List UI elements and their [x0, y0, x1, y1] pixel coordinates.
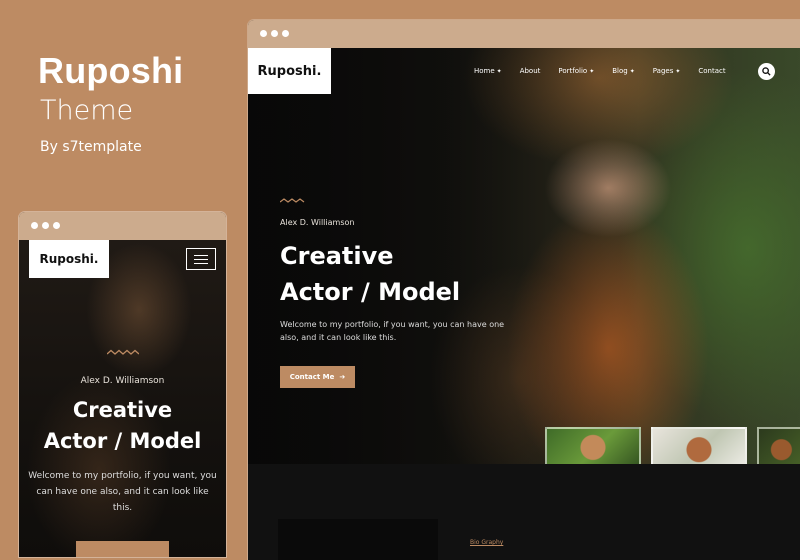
hero-section: Ruposhi. Home ✦ About Portfolio ✦ Blog ✦ Pa…: [248, 48, 800, 464]
site-logo[interactable]: Ruposhi.: [29, 240, 109, 278]
hero-heading: Creative Actor / Model: [280, 242, 461, 306]
promo-byline: By s7template: [40, 139, 142, 155]
wave-divider-icon: [280, 198, 305, 203]
mobile-hero: Ruposhi. Alex D. Williamson Creative Act…: [19, 240, 226, 557]
window-dot: [271, 30, 278, 37]
contact-me-button[interactable]: Contact Me ➔: [280, 366, 355, 388]
lower-card: [278, 519, 438, 560]
caret-icon: ✦: [496, 68, 502, 75]
search-icon: [762, 67, 771, 76]
window-dot: [282, 30, 289, 37]
nav-item-portfolio[interactable]: Portfolio ✦: [558, 67, 594, 75]
window-dots: [31, 222, 60, 229]
caret-icon: ✦: [629, 68, 635, 75]
gallery-thumbnail[interactable]: [545, 427, 641, 464]
nav-item-about[interactable]: About: [520, 67, 541, 75]
nav-item-pages[interactable]: Pages ✦: [653, 67, 681, 75]
promo-subtitle: Theme: [40, 95, 134, 126]
bio-graphy-link[interactable]: Bio Graphy: [470, 539, 503, 546]
desktop-preview-window: Ruposhi. Home ✦ About Portfolio ✦ Blog ✦ Pa…: [248, 20, 800, 560]
site-logo[interactable]: Ruposhi.: [248, 48, 331, 94]
main-nav: Home ✦ About Portfolio ✦ Blog ✦ Pages ✦ Cont…: [474, 67, 726, 75]
window-dot: [31, 222, 38, 229]
mobile-preview-window: Ruposhi. Alex D. Williamson Creative Act…: [19, 212, 226, 557]
gallery-thumbnail[interactable]: [757, 427, 800, 464]
window-dot: [42, 222, 49, 229]
hero-author-name: Alex D. Williamson: [280, 218, 355, 227]
promo-title: Ruposhi: [38, 50, 184, 91]
window-title-bar: [19, 212, 226, 240]
nav-item-contact[interactable]: Contact: [698, 67, 725, 75]
search-button[interactable]: [758, 63, 775, 80]
caret-icon: ✦: [675, 68, 681, 75]
hamburger-menu-icon[interactable]: [186, 248, 216, 270]
contact-me-button[interactable]: [76, 541, 169, 557]
window-dot: [260, 30, 267, 37]
window-dots: [260, 30, 289, 37]
wave-divider-icon: [107, 349, 139, 355]
nav-item-blog[interactable]: Blog ✦: [612, 67, 635, 75]
hero-heading: Creative Actor / Model: [43, 398, 202, 453]
hero-intro-text: Welcome to my portfolio, if you want, yo…: [280, 320, 505, 342]
hero-author-name: Alex D. Williamson: [80, 376, 165, 386]
window-title-bar: [248, 20, 800, 48]
hero-intro-text: Welcome to my portfolio, if you want, yo…: [28, 471, 217, 513]
arrow-right-icon: ➔: [339, 373, 346, 381]
caret-icon: ✦: [589, 68, 595, 75]
gallery-thumbnail[interactable]: [651, 427, 747, 464]
lower-section: Bio Graphy: [248, 464, 800, 560]
nav-item-home[interactable]: Home ✦: [474, 67, 502, 75]
window-dot: [53, 222, 60, 229]
